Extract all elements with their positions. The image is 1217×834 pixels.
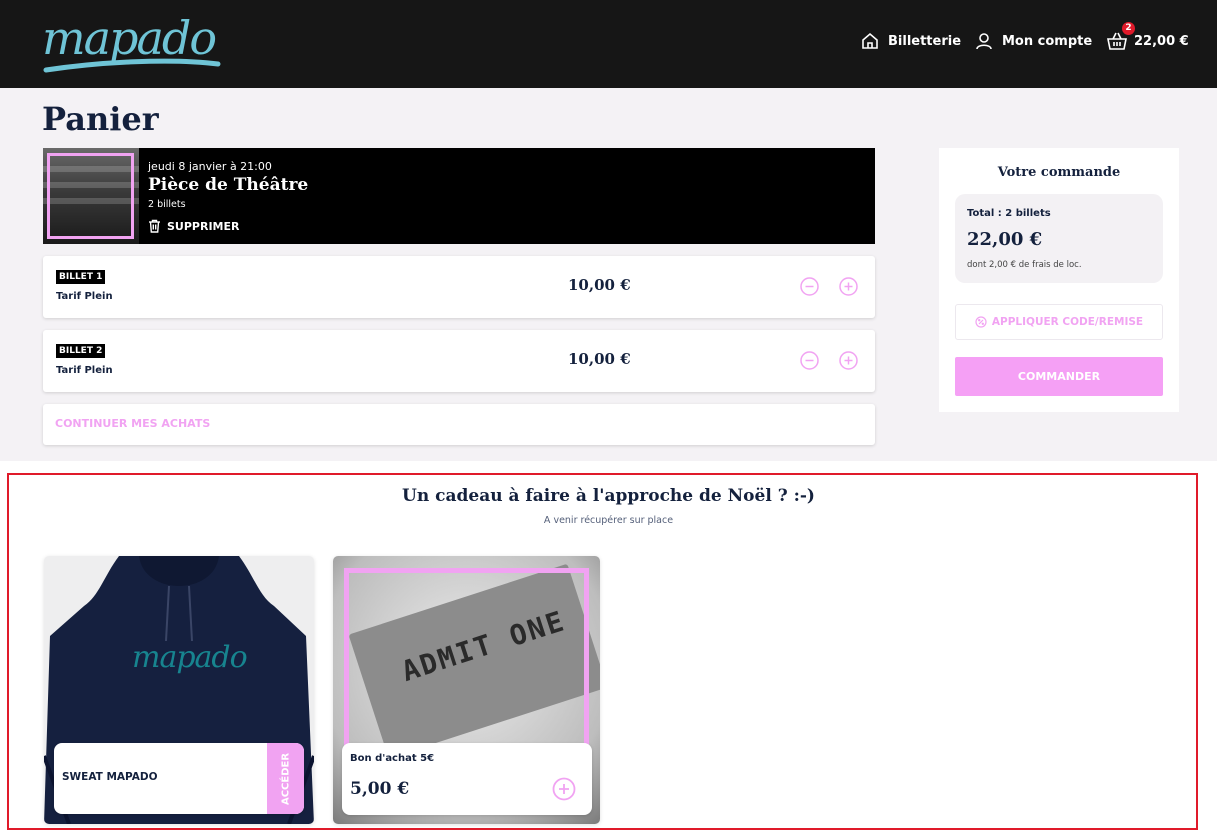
mapado-logo[interactable]: mapado (40, 4, 230, 80)
nav-cart[interactable]: 2 22,00 € (1106, 22, 1189, 54)
nav-account[interactable]: Mon compte (974, 28, 1092, 54)
discount-icon (975, 316, 987, 328)
event-name: Pièce de Théâtre (148, 175, 309, 195)
nav-billetterie-label: Billetterie (888, 33, 962, 49)
minus-circle-icon[interactable] (800, 351, 819, 370)
delete-event-button[interactable]: SUPPRIMER (148, 219, 239, 233)
cart-total: 22,00 € (1134, 33, 1189, 49)
page-title: Panier (42, 100, 159, 138)
home-icon (862, 32, 878, 49)
svg-text:mapado: mapado (42, 11, 215, 65)
plus-circle-icon[interactable] (839, 351, 858, 370)
event-banner: jeudi 8 janvier à 21:00 Pièce de Théâtre… (43, 148, 875, 244)
cart-count-badge: 2 (1122, 22, 1135, 35)
access-button[interactable]: ACCÉDER (267, 743, 304, 814)
delete-label: SUPPRIMER (167, 219, 240, 233)
hoodie-logo-text: mapado (132, 640, 248, 675)
order-title: Votre commande (997, 165, 1121, 180)
nav-account-label: Mon compte (1002, 33, 1093, 49)
ticket-tarif: Tarif Plein (56, 291, 113, 302)
product-name: SWEAT MAPADO (62, 771, 158, 783)
plus-circle-icon[interactable] (839, 277, 858, 296)
ticket-price: 10,00 € (568, 350, 631, 368)
ticket-price: 10,00 € (568, 276, 631, 294)
user-icon (976, 33, 992, 50)
order-summary-panel: Votre commande Total : 2 billets 22,00 €… (939, 148, 1179, 412)
gift-title: Un cadeau à faire à l'approche de Noël ?… (402, 486, 815, 506)
order-button-label: COMMANDER (1017, 370, 1101, 383)
order-button[interactable]: COMMANDER (955, 357, 1163, 396)
ticket-tag: BILLET 1 (56, 270, 106, 284)
add-to-cart-plus-icon[interactable] (552, 777, 576, 801)
total-label: Total : 2 billets (967, 208, 1051, 219)
ticket-tag: BILLET 2 (56, 344, 106, 358)
ticket-tarif: Tarif Plein (56, 365, 113, 376)
event-ticket-count: 2 billets (148, 199, 186, 210)
continue-shopping-button[interactable]: CONTINUER MES ACHATS (43, 404, 875, 445)
product-card-voucher[interactable]: ADMIT ONE Bon d'achat 5€ 5,00 € (333, 556, 600, 824)
product-card-sweat[interactable]: mapado SWEAT MAPADO ACCÉDER (44, 556, 314, 824)
access-label: ACCÉDER (280, 752, 291, 805)
top-navigation-bar: mapado Billetterie Mon compte 2 22,00 € (0, 0, 1217, 88)
event-thumbnail (43, 148, 139, 244)
apply-coupon-button[interactable]: APPLIQUER CODE/REMISE (955, 304, 1163, 340)
apply-coupon-label: APPLIQUER CODE/REMISE (991, 316, 1144, 328)
total-amount: 22,00 € (967, 229, 1043, 250)
fee-note: dont 2,00 € de frais de loc. (967, 260, 1082, 270)
gift-subtitle: A venir récupérer sur place (543, 515, 674, 526)
pink-frame (344, 568, 589, 748)
trash-icon (149, 219, 160, 233)
continue-shopping-label: CONTINUER MES ACHATS (55, 417, 211, 430)
product-name: Bon d'achat 5€ (350, 753, 435, 764)
product-price: 5,00 € (350, 779, 410, 799)
product-info-card: SWEAT MAPADO ACCÉDER (54, 743, 304, 814)
cart-icon-wrap: 2 (1106, 22, 1135, 52)
order-total-box: Total : 2 billets 22,00 € dont 2,00 € de… (955, 194, 1163, 283)
ticket-row: BILLET 1 Tarif Plein 10,00 € (43, 256, 875, 318)
ticket-row: BILLET 2 Tarif Plein 10,00 € (43, 330, 875, 392)
event-date: jeudi 8 janvier à 21:00 (148, 160, 272, 173)
product-info-card: Bon d'achat 5€ 5,00 € (342, 743, 592, 815)
minus-circle-icon[interactable] (800, 277, 819, 296)
nav-billetterie[interactable]: Billetterie (860, 28, 961, 54)
